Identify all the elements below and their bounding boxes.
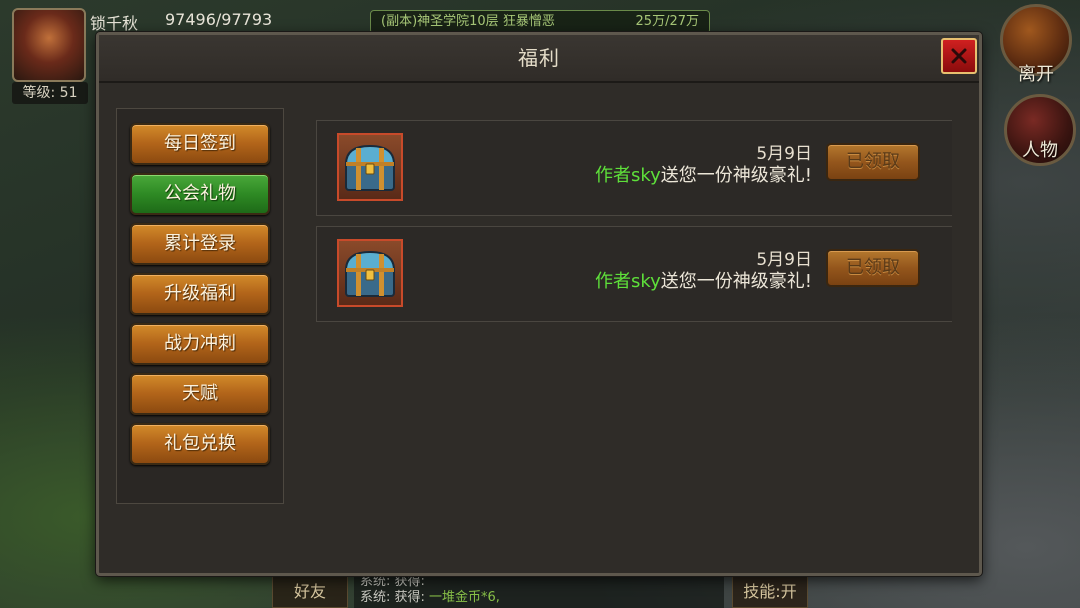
- chat-line: 系统: 获得: 一堆金币*6,: [360, 590, 500, 605]
- tab-gift-code-redeem[interactable]: 礼包兑换: [130, 423, 270, 465]
- quest-text: (副本)神圣学院10层 狂暴憎恶: [381, 14, 555, 29]
- tab-level-up-reward[interactable]: 升级福利: [130, 273, 270, 315]
- welfare-tab-list: 每日签到 公会礼物 累计登录 升级福利 战力冲刺 天赋 礼包兑换: [116, 108, 284, 504]
- player-name: 锁千秋: [90, 14, 139, 33]
- reward-author: 作者sky: [594, 165, 661, 186]
- reward-message: 送您一份神级豪礼!: [660, 271, 812, 292]
- reward-description: 作者sky送您一份神级豪礼!: [595, 161, 812, 187]
- dialog-header: 福利: [99, 35, 979, 83]
- dialog-title: 福利: [518, 46, 560, 70]
- friends-button[interactable]: 好友: [272, 576, 348, 608]
- character-label: 人物: [1022, 140, 1058, 161]
- tab-talent[interactable]: 天赋: [130, 373, 270, 415]
- reward-icon-frame: [337, 133, 403, 201]
- skill-toggle-button[interactable]: 技能:开: [732, 576, 808, 608]
- welfare-dialog: 福利 每日签到 公会礼物 累计登录 升级福利 战力冲刺 天赋 礼包兑换 5月9日: [96, 32, 982, 576]
- treasure-chest-icon: [344, 144, 396, 191]
- chat-log[interactable]: 系统: 获得: 系统: 获得: 一堆金币*6,: [354, 574, 724, 608]
- leave-label: 离开: [1018, 64, 1054, 85]
- reward-description: 作者sky送您一份神级豪礼!: [595, 267, 812, 293]
- close-x-icon: [951, 48, 967, 64]
- reward-row: 5月9日 作者sky送您一份神级豪礼! 已领取: [316, 226, 952, 322]
- quest-progress: 25万/27万: [635, 14, 699, 29]
- tab-daily-checkin[interactable]: 每日签到: [130, 123, 270, 165]
- treasure-chest-icon: [344, 250, 396, 297]
- reward-row: 5月9日 作者sky送您一份神级豪礼! 已领取: [316, 120, 952, 216]
- reward-icon-frame: [337, 239, 403, 307]
- player-hp: 97496/97793: [165, 10, 273, 29]
- quest-tracker[interactable]: (副本)神圣学院10层 狂暴憎恶 25万/27万: [370, 10, 710, 34]
- chat-line: 系统: 获得:: [360, 574, 425, 589]
- claimed-button[interactable]: 已领取: [826, 143, 920, 181]
- player-avatar[interactable]: [12, 8, 86, 82]
- reward-message: 送您一份神级豪礼!: [660, 165, 812, 186]
- tab-power-sprint[interactable]: 战力冲刺: [130, 323, 270, 365]
- tab-guild-gift[interactable]: 公会礼物: [130, 173, 270, 215]
- close-button[interactable]: [941, 38, 977, 74]
- player-level: 等级: 51: [12, 82, 88, 104]
- tab-cumulative-login[interactable]: 累计登录: [130, 223, 270, 265]
- reward-author: 作者sky: [594, 271, 661, 292]
- claimed-button[interactable]: 已领取: [826, 249, 920, 287]
